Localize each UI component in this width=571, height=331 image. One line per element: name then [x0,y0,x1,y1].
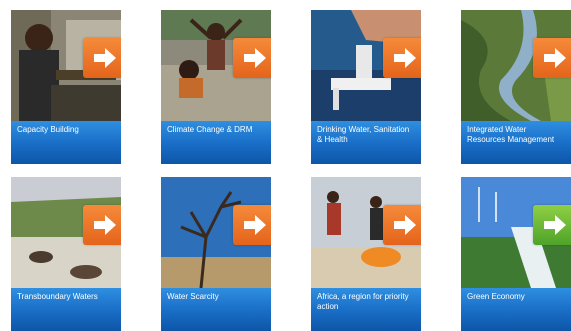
tile-climate-change[interactable]: Climate Change & DRM [161,10,271,164]
arrow-right-icon [244,48,266,68]
tile-integrated-water[interactable]: Integrated Water Resources Management [461,10,571,164]
tile-caption[interactable]: Africa, a region for priority action [311,288,421,331]
tile-photo[interactable] [461,177,571,288]
tile-photo[interactable] [311,10,421,121]
tile-caption[interactable]: Transboundary Waters [11,288,121,331]
arrow-button[interactable] [383,38,421,78]
arrow-right-icon [94,48,116,68]
arrow-right-icon [94,215,116,235]
arrow-right-icon [394,215,416,235]
arrow-right-icon [544,215,566,235]
arrow-button[interactable] [533,38,571,78]
arrow-button[interactable] [83,38,121,78]
tile-photo[interactable] [161,177,271,288]
tile-photo[interactable] [461,10,571,121]
tile-caption[interactable]: Climate Change & DRM [161,121,271,164]
tile-africa-priority[interactable]: Africa, a region for priority action [311,177,421,331]
tile-caption[interactable]: Water Scarcity [161,288,271,331]
tile-drinking-water[interactable]: Drinking Water, Sanitation & Health [311,10,421,164]
arrow-button[interactable] [233,205,271,245]
arrow-button[interactable] [233,38,271,78]
tile-capacity-building[interactable]: Capacity Building [11,10,121,164]
tile-caption[interactable]: Green Economy [461,288,571,331]
arrow-button[interactable] [383,205,421,245]
tile-photo[interactable] [11,177,121,288]
arrow-button[interactable] [83,205,121,245]
tile-transboundary-waters[interactable]: Transboundary Waters [11,177,121,331]
arrow-right-icon [244,215,266,235]
arrow-right-icon [544,48,566,68]
tile-photo[interactable] [161,10,271,121]
arrow-button[interactable] [533,205,571,245]
arrow-right-icon [394,48,416,68]
tile-photo[interactable] [11,10,121,121]
tile-caption[interactable]: Capacity Building [11,121,121,164]
tile-caption[interactable]: Integrated Water Resources Management [461,121,571,164]
tile-photo[interactable] [311,177,421,288]
tile-green-economy[interactable]: Green Economy [461,177,571,331]
tile-water-scarcity[interactable]: Water Scarcity [161,177,271,331]
tile-caption[interactable]: Drinking Water, Sanitation & Health [311,121,421,164]
